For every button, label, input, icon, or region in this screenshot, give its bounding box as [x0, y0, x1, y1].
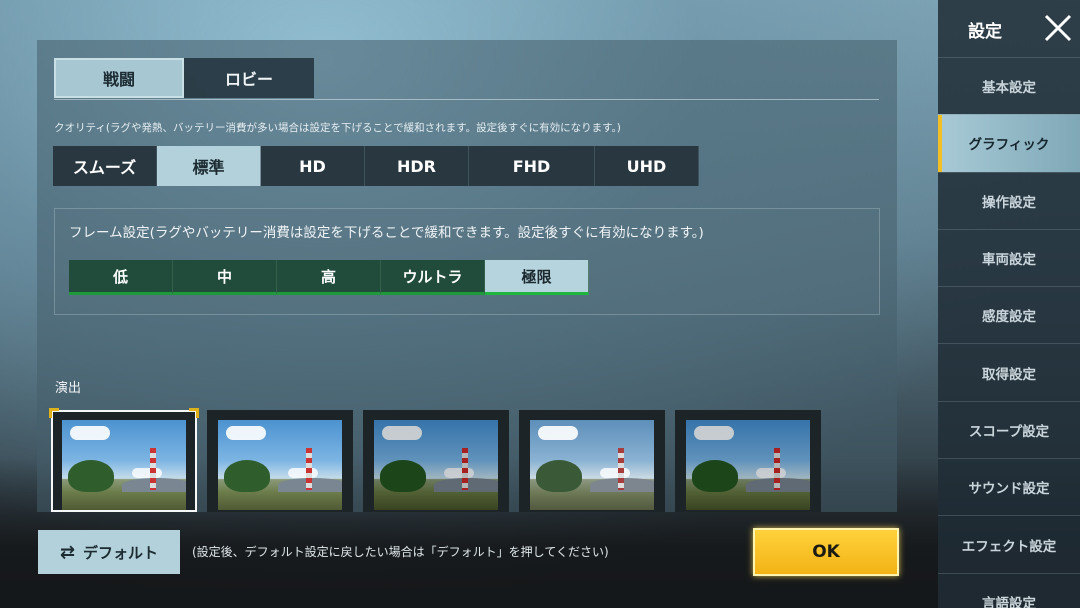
- sidebar-menu: 基本設定 グラフィック 操作設定 車両設定 感度設定 取得設定 スコープ設定 サ…: [938, 57, 1080, 608]
- settings-sidebar: 設定 基本設定 グラフィック 操作設定 車両設定 感度設定 取得設定 スコープ設…: [938, 0, 1080, 608]
- sidebar-item-language[interactable]: 言語設定: [938, 572, 1080, 608]
- quality-option-standard[interactable]: 標準: [157, 146, 261, 186]
- effect-preview-image: [62, 420, 186, 510]
- effect-thumbnail-5[interactable]: [675, 410, 821, 512]
- default-button-label: デフォルト: [83, 543, 159, 562]
- sidebar-item-basic[interactable]: 基本設定: [938, 57, 1080, 114]
- settings-panel: 戦闘 ロビー クオリティ(ラグや発熱、バッテリー消費が多い場合は設定を下げること…: [37, 40, 897, 512]
- sidebar-item-sensitivity[interactable]: 感度設定: [938, 286, 1080, 343]
- selection-corner: [49, 408, 59, 418]
- effect-thumbnail-2[interactable]: [207, 410, 353, 512]
- frame-settings-box: フレーム設定(ラグやバッテリー消費は設定を下げることで緩和できます。設定後すぐに…: [54, 208, 880, 315]
- mode-tabs: 戦闘 ロビー: [54, 58, 314, 98]
- frame-note: フレーム設定(ラグやバッテリー消費は設定を下げることで緩和できます。設定後すぐに…: [69, 225, 704, 241]
- selection-corner: [189, 408, 199, 418]
- divider: [54, 99, 879, 100]
- ok-button[interactable]: OK: [753, 528, 899, 576]
- sidebar-title: 設定: [968, 22, 1002, 42]
- tab-battle[interactable]: 戦闘: [54, 58, 184, 98]
- quality-option-fhd[interactable]: FHD: [469, 146, 595, 186]
- effect-preview-image: [374, 420, 498, 510]
- default-note: (設定後、デフォルト設定に戻したい場合は「デフォルト」を押してください): [192, 545, 609, 559]
- effects-label: 演出: [55, 381, 82, 396]
- sidebar-item-scope[interactable]: スコープ設定: [938, 400, 1080, 458]
- effect-thumbnail-1[interactable]: [49, 408, 199, 512]
- close-icon[interactable]: [1040, 10, 1076, 46]
- quality-option-uhd[interactable]: UHD: [595, 146, 699, 186]
- effects-thumbnails: [49, 408, 831, 512]
- default-button[interactable]: ⇄ デフォルト: [38, 530, 180, 574]
- frame-option-high[interactable]: 高: [277, 260, 381, 295]
- effect-preview-image: [218, 420, 342, 510]
- quality-option-hd[interactable]: HD: [261, 146, 365, 186]
- quality-option-hdr[interactable]: HDR: [365, 146, 469, 186]
- effect-thumbnail-4[interactable]: [519, 410, 665, 512]
- sidebar-item-controls[interactable]: 操作設定: [938, 171, 1080, 229]
- sidebar-item-sound[interactable]: サウンド設定: [938, 458, 1080, 515]
- frame-option-low[interactable]: 低: [69, 260, 173, 295]
- effect-preview-image: [530, 420, 654, 510]
- sidebar-item-vehicle[interactable]: 車両設定: [938, 228, 1080, 286]
- tab-lobby[interactable]: ロビー: [184, 58, 314, 98]
- frame-option-medium[interactable]: 中: [173, 260, 277, 295]
- effect-thumbnail-3[interactable]: [363, 410, 509, 512]
- frame-option-ultra[interactable]: ウルトラ: [381, 260, 485, 295]
- reset-icon: ⇄: [59, 541, 76, 563]
- frame-option-extreme[interactable]: 極限: [485, 260, 589, 295]
- quality-options: スムーズ 標準 HD HDR FHD UHD: [53, 146, 699, 186]
- sidebar-item-effects[interactable]: エフェクト設定: [938, 515, 1080, 572]
- frame-options: 低 中 高 ウルトラ 極限: [69, 260, 589, 295]
- sidebar-item-graphics[interactable]: グラフィック: [938, 114, 1080, 172]
- quality-note: クオリティ(ラグや発熱、バッテリー消費が多い場合は設定を下げることで緩和されます…: [54, 122, 621, 134]
- effect-preview-image: [686, 420, 810, 510]
- quality-option-smooth[interactable]: スムーズ: [53, 146, 157, 186]
- sidebar-item-pickup[interactable]: 取得設定: [938, 343, 1080, 400]
